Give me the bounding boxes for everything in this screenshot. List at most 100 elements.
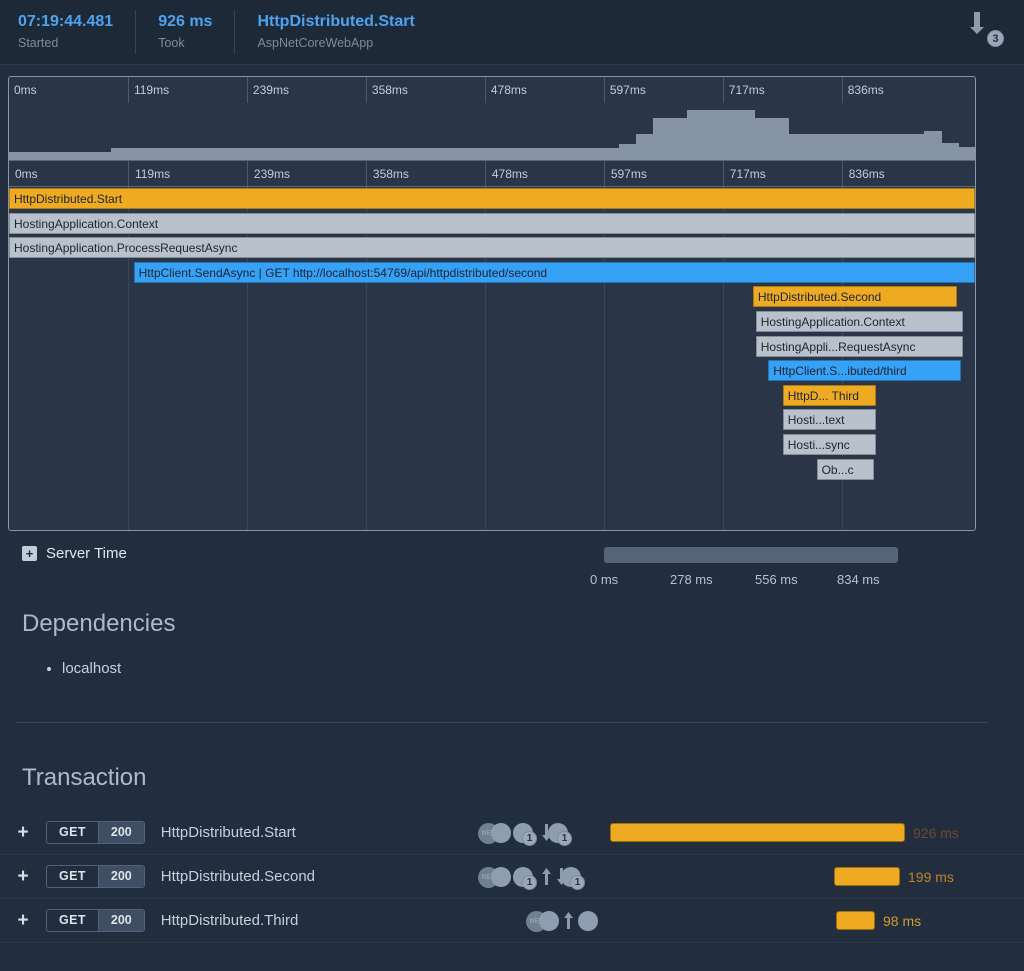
histogram-bar	[500, 148, 519, 160]
expand-row-button[interactable]: +	[0, 866, 46, 888]
histogram-bar	[890, 134, 908, 160]
minimap-ruler: 0ms 119ms 239ms 358ms 478ms 597ms 717ms 836ms	[9, 77, 975, 103]
dependency-item[interactable]: localhost	[62, 657, 121, 681]
histogram-bar	[466, 148, 485, 160]
plus-box-icon[interactable]: +	[22, 546, 37, 561]
trace-minimap[interactable]: 0ms 119ms 239ms 358ms 478ms 597ms 717ms 836ms	[9, 77, 975, 161]
histogram-bar	[144, 148, 163, 160]
count-badge: 1	[570, 875, 585, 890]
section-divider	[16, 722, 988, 723]
waterfall-span[interactable]: Hosti...sync	[782, 434, 876, 455]
histogram-bar	[297, 148, 315, 160]
timeline-tick: 836ms	[841, 161, 885, 186]
duration-label: 199 ms	[908, 869, 954, 885]
histogram-bar	[246, 148, 264, 160]
histogram-bar	[703, 110, 722, 160]
transaction-name[interactable]: HttpDistributed.Second	[161, 868, 315, 885]
histogram-bar	[941, 142, 959, 160]
histogram-bar	[839, 134, 857, 160]
histogram-bar	[178, 148, 197, 160]
duration-bar[interactable]	[834, 867, 900, 886]
header-incoming-requests[interactable]: 3	[968, 10, 1008, 52]
incoming-count-badge: 3	[987, 30, 1004, 47]
took-value: 926 ms	[158, 13, 213, 30]
server-time-row[interactable]: + Server Time	[22, 545, 127, 562]
server-time-bar[interactable]	[604, 547, 898, 563]
transaction-title: Transaction	[22, 764, 147, 791]
waterfall-span[interactable]: HostingApplication.Context	[9, 212, 975, 234]
transaction-icon-group: NET	[478, 899, 598, 943]
waterfall-span[interactable]: HostingApplication.ProcessRequestAsync	[9, 237, 975, 259]
download-badge-icon[interactable]: 1	[513, 823, 537, 846]
method-status-pill: GET 200	[46, 909, 145, 932]
histogram-bar	[398, 148, 417, 160]
http-status-label: 200	[97, 822, 144, 843]
waterfall-span[interactable]: Hosti...text	[782, 409, 876, 431]
request-dot-icon[interactable]	[491, 867, 511, 887]
transaction-name[interactable]: HttpDistributed.Start	[161, 824, 296, 841]
timeline-tick: 0ms	[15, 167, 38, 181]
timeline-tick: 239ms	[246, 161, 290, 186]
histogram-bar	[9, 151, 27, 160]
trace-waterfall-panel[interactable]: 0ms 119ms 239ms 358ms 478ms 597ms 717ms 836ms 0…	[8, 76, 976, 531]
expand-row-button[interactable]: +	[0, 822, 46, 844]
minimap-histogram	[9, 102, 975, 160]
arrow-down-badge-icon[interactable]: 3	[968, 10, 1004, 48]
histogram-bar	[686, 110, 705, 160]
waterfall-span[interactable]: HttpD... Third	[782, 384, 876, 406]
transaction-row[interactable]: + GET 200 HttpDistributed.Start NET 1 1 926 ms	[0, 811, 1024, 855]
histogram-bar	[551, 148, 569, 160]
histogram-bar	[381, 148, 400, 160]
expand-row-button[interactable]: +	[0, 910, 46, 932]
request-dot-icon[interactable]	[578, 911, 598, 931]
timeline-tick: 358ms	[365, 161, 409, 186]
histogram-bar	[720, 110, 739, 160]
duration-label: 98 ms	[883, 913, 922, 929]
histogram-bar	[415, 148, 434, 160]
transaction-row[interactable]: + GET 200 HttpDistributed.Third NET 98 ms	[0, 899, 1024, 943]
histogram-bar	[25, 151, 44, 160]
incoming-badge-icon[interactable]: 1	[561, 867, 585, 890]
transaction-row[interactable]: + GET 200 HttpDistributed.Second NET 1 1 199 ms	[0, 855, 1024, 899]
timeline-tick: 119ms	[127, 161, 170, 186]
histogram-bar	[483, 148, 502, 160]
server-time-scale-label: 278 ms	[670, 572, 713, 587]
request-dot-icon[interactable]	[539, 911, 559, 931]
count-badge: 1	[522, 875, 537, 890]
http-method-label: GET	[59, 825, 86, 839]
waterfall-span[interactable]: HttpDistributed.Second	[752, 286, 957, 308]
histogram-bar	[449, 148, 468, 160]
histogram-bar	[161, 148, 180, 160]
waterfall-span[interactable]: Ob...c	[816, 458, 874, 480]
operation-name: HttpDistributed.Start	[257, 13, 415, 30]
minimap-tick: 717ms	[722, 77, 765, 103]
duration-bar[interactable]	[610, 823, 905, 842]
transaction-name[interactable]: HttpDistributed.Third	[161, 912, 299, 929]
histogram-bar	[737, 110, 756, 160]
span-waterfall[interactable]: HttpDistributed.Start HostingApplication.…	[9, 187, 975, 530]
http-status-label: 200	[97, 866, 144, 887]
histogram-bar	[873, 134, 891, 160]
waterfall-span[interactable]: HttpClient.S...ibuted/third	[768, 360, 962, 382]
http-method-label: GET	[59, 913, 86, 927]
waterfall-span[interactable]: HostingAppli...RequestAsync	[755, 335, 964, 357]
waterfall-span[interactable]: HttpDistributed.Start	[9, 188, 975, 209]
incoming-badge-icon[interactable]: 1	[548, 823, 572, 846]
timeline-tick: 717ms	[722, 161, 766, 186]
duration-bar[interactable]	[836, 911, 875, 930]
histogram-bar	[856, 134, 874, 160]
download-badge-icon[interactable]: 1	[513, 867, 537, 890]
request-dot-icon[interactable]	[491, 823, 511, 843]
waterfall-span[interactable]: HttpClient.SendAsync | GET http://localh…	[133, 261, 975, 283]
histogram-bar	[93, 151, 112, 160]
histogram-bar	[669, 118, 688, 160]
took-label: Took	[158, 36, 185, 50]
dependencies-title: Dependencies	[22, 610, 176, 637]
waterfall-span[interactable]: HostingApplication.Context	[755, 311, 964, 332]
histogram-bar	[76, 151, 95, 160]
histogram-bar	[517, 148, 535, 160]
started-label: Started	[18, 36, 59, 50]
histogram-bar	[263, 148, 281, 160]
method-status-pill: GET 200	[46, 865, 145, 888]
method-status-pill: GET 200	[46, 821, 145, 844]
